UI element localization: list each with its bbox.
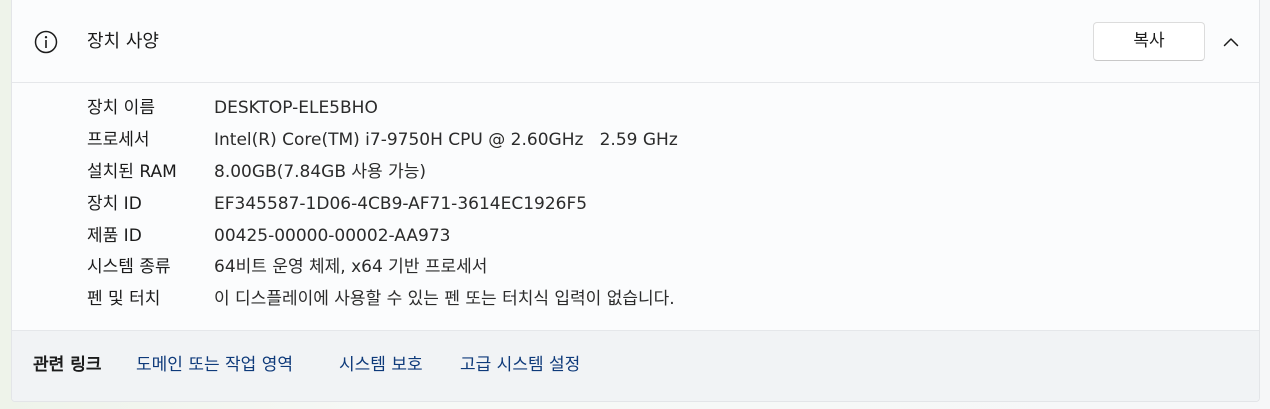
spec-label: 프로세서 xyxy=(87,130,150,150)
spec-label: 장치 이름 xyxy=(87,98,155,118)
related-links-bar: 관련 링크 도메인 또는 작업 영역 시스템 보호 고급 시스템 설정 xyxy=(12,330,1259,401)
device-specifications-card: 장치 사양 복사 장치 이름 DESKTOP-ELE5BHO 프로세서 Inte… xyxy=(11,0,1260,402)
spec-value: EF345587-1D06-4CB9-AF71-3614EC1926F5 xyxy=(214,194,588,214)
related-links-title: 관련 링크 xyxy=(33,355,102,375)
device-specifications-header[interactable]: 장치 사양 복사 xyxy=(12,0,1259,83)
link-system-protection[interactable]: 시스템 보호 xyxy=(339,352,423,378)
spec-value: Intel(R) Core(TM) i7-9750H CPU @ 2.60GHz… xyxy=(214,130,678,150)
spec-label: 시스템 종류 xyxy=(87,257,171,277)
collapse-button[interactable] xyxy=(1216,26,1246,56)
copy-button[interactable]: 복사 xyxy=(1093,22,1205,61)
spec-label: 제품 ID xyxy=(87,226,142,246)
spec-row-pen-touch: 펜 및 터치 이 디스플레이에 사용할 수 있는 펜 또는 터치식 입력이 없습… xyxy=(12,283,1259,315)
spec-row-installed-ram: 설치된 RAM 8.00GB(7.84GB 사용 가능) xyxy=(12,156,1259,188)
spec-value: DESKTOP-ELE5BHO xyxy=(214,98,378,118)
spec-value: 00425-00000-00002-AA973 xyxy=(214,226,451,246)
spec-value: 64비트 운영 체제, x64 기반 프로세서 xyxy=(214,257,488,277)
link-advanced-system-settings[interactable]: 고급 시스템 설정 xyxy=(460,352,580,378)
spec-list: 장치 이름 DESKTOP-ELE5BHO 프로세서 Intel(R) Core… xyxy=(12,83,1259,330)
spec-label: 펜 및 터치 xyxy=(87,289,161,309)
spec-row-product-id: 제품 ID 00425-00000-00002-AA973 xyxy=(12,220,1259,252)
settings-page: 장치 사양 복사 장치 이름 DESKTOP-ELE5BHO 프로세서 Inte… xyxy=(0,0,1270,409)
link-domain-or-workgroup[interactable]: 도메인 또는 작업 영역 xyxy=(136,352,293,378)
spec-row-device-id: 장치 ID EF345587-1D06-4CB9-AF71-3614EC1926… xyxy=(12,188,1259,220)
chevron-up-icon xyxy=(1223,32,1239,51)
spec-row-device-name: 장치 이름 DESKTOP-ELE5BHO xyxy=(12,92,1259,124)
spec-value: 이 디스플레이에 사용할 수 있는 펜 또는 터치식 입력이 없습니다. xyxy=(214,289,675,309)
spec-label: 장치 ID xyxy=(87,194,142,214)
spec-value: 8.00GB(7.84GB 사용 가능) xyxy=(214,162,427,182)
spec-row-processor: 프로세서 Intel(R) Core(TM) i7-9750H CPU @ 2.… xyxy=(12,124,1259,156)
spec-row-system-type: 시스템 종류 64비트 운영 체제, x64 기반 프로세서 xyxy=(12,251,1259,283)
info-icon xyxy=(34,30,58,54)
spec-label: 설치된 RAM xyxy=(87,162,177,182)
section-title: 장치 사양 xyxy=(87,31,159,52)
